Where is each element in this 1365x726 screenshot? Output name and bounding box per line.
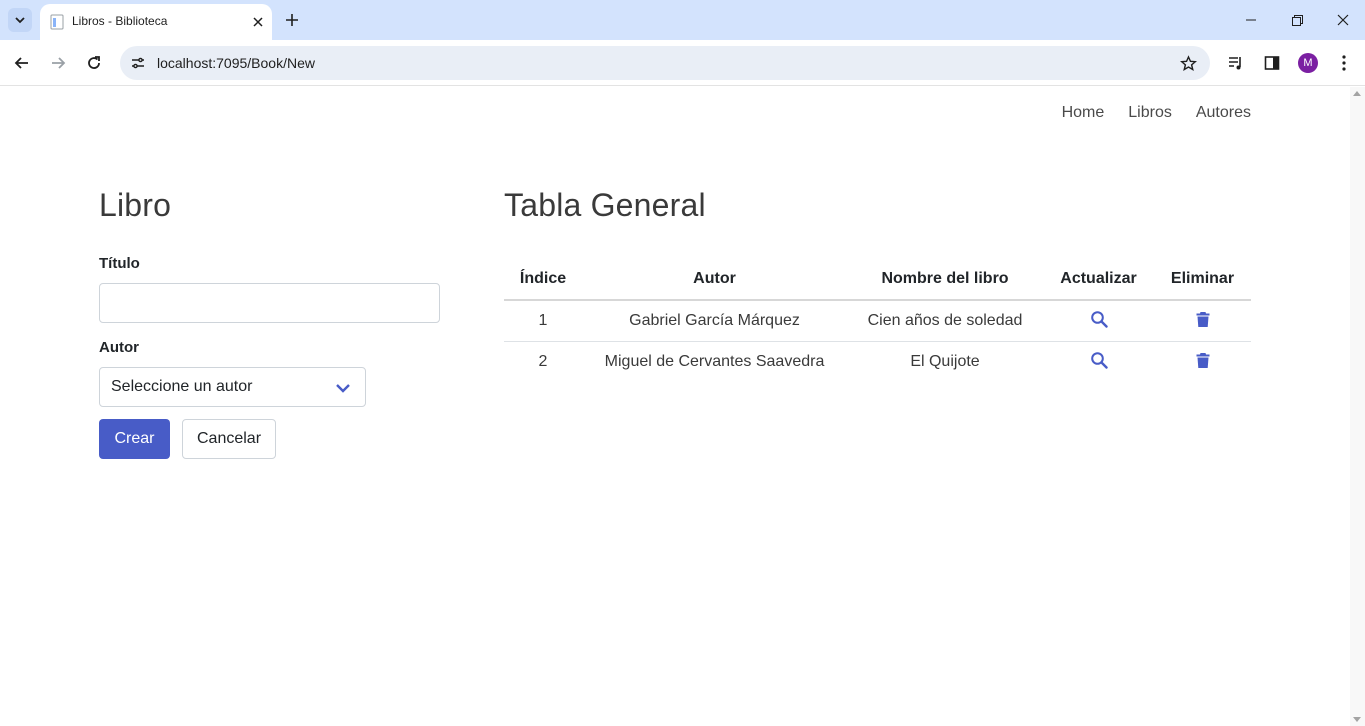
row-update-cell bbox=[1043, 300, 1154, 342]
nav-link-home[interactable]: Home bbox=[1062, 104, 1105, 122]
more-vert-icon bbox=[1342, 55, 1346, 71]
playlist-icon bbox=[1229, 57, 1241, 70]
plus-icon bbox=[286, 14, 298, 26]
row-update-cell bbox=[1043, 341, 1154, 382]
page-viewport: Home Libros Autores Libro Título Autor S… bbox=[0, 87, 1365, 726]
vertical-scrollbar[interactable] bbox=[1350, 87, 1365, 726]
tab-title: Libros - Biblioteca bbox=[72, 14, 168, 28]
author-label: Autor bbox=[99, 339, 139, 356]
top-navigation: Home Libros Autores bbox=[1062, 104, 1251, 122]
site-info-button[interactable] bbox=[128, 53, 148, 73]
reload-button[interactable] bbox=[80, 49, 108, 77]
update-button[interactable] bbox=[1089, 309, 1109, 329]
row-delete-cell bbox=[1154, 341, 1251, 382]
close-window-button[interactable] bbox=[1320, 4, 1365, 36]
table-heading: Tabla General bbox=[504, 187, 706, 223]
address-bar[interactable]: localhost:7095/Book/New bbox=[120, 46, 1210, 80]
minimize-icon bbox=[1246, 19, 1256, 21]
search-icon bbox=[1090, 310, 1108, 328]
create-button[interactable]: Crear bbox=[99, 419, 170, 459]
row-author: Gabriel García Márquez bbox=[582, 300, 847, 342]
restore-button[interactable] bbox=[1274, 4, 1320, 36]
row-book: El Quijote bbox=[910, 352, 980, 370]
chevron-down-icon bbox=[336, 384, 350, 393]
media-control-button[interactable] bbox=[1224, 51, 1248, 75]
column-header-author: Autor bbox=[582, 259, 847, 301]
arrow-right-icon bbox=[52, 57, 66, 69]
column-header-delete: Eliminar bbox=[1154, 259, 1251, 301]
browser-tabstrip: Libros - Biblioteca bbox=[0, 0, 1365, 40]
browser-menu-button[interactable] bbox=[1332, 51, 1356, 75]
author-select-value: Seleccione un autor bbox=[111, 378, 253, 395]
row-book: Cien años de soledad bbox=[847, 300, 1043, 342]
back-button[interactable] bbox=[8, 49, 36, 77]
trash-icon bbox=[1196, 352, 1209, 368]
side-panel-icon bbox=[1264, 56, 1280, 70]
tab-search-button[interactable] bbox=[8, 8, 32, 32]
url-text[interactable]: localhost:7095/Book/New bbox=[157, 55, 315, 71]
new-tab-button[interactable] bbox=[280, 8, 304, 32]
title-input[interactable] bbox=[99, 283, 440, 323]
reload-icon bbox=[88, 56, 100, 69]
profile-avatar[interactable]: M bbox=[1298, 53, 1318, 73]
search-icon bbox=[1090, 351, 1108, 369]
form-heading: Libro bbox=[99, 187, 172, 223]
tune-icon bbox=[132, 57, 144, 69]
chevron-down-icon bbox=[15, 17, 25, 24]
arrow-left-icon bbox=[14, 57, 28, 69]
row-delete-cell bbox=[1154, 300, 1251, 342]
column-header-book: Nombre del libro bbox=[847, 259, 1043, 301]
table-row: 2 Miguel de Cervantes Saavedra El Quijot… bbox=[504, 341, 1251, 382]
row-index: 1 bbox=[504, 300, 582, 342]
nav-link-libros[interactable]: Libros bbox=[1128, 104, 1172, 122]
page-favicon-icon bbox=[50, 14, 64, 30]
author-select[interactable]: Seleccione un autor bbox=[99, 367, 366, 407]
side-panel-button[interactable] bbox=[1260, 51, 1284, 75]
nav-link-autores[interactable]: Autores bbox=[1196, 104, 1251, 122]
column-header-update: Actualizar bbox=[1043, 259, 1154, 301]
active-tab[interactable]: Libros - Biblioteca bbox=[40, 4, 272, 40]
delete-button[interactable] bbox=[1193, 309, 1213, 329]
row-index: 2 bbox=[538, 352, 548, 370]
trash-icon bbox=[1196, 311, 1209, 327]
row-author: Miguel de Cervantes Saavedra bbox=[604, 352, 825, 370]
books-table-section: Tabla General Índice Autor Nombre del li… bbox=[504, 187, 1251, 370]
close-icon bbox=[1337, 14, 1349, 26]
browser-toolbar: localhost:7095/Book/New M bbox=[0, 40, 1365, 86]
table-row: 1 Gabriel García Márquez Cien años de so… bbox=[504, 300, 1251, 342]
delete-button[interactable] bbox=[1193, 350, 1213, 370]
table-header-row: Índice Autor Nombre del libro Actualizar… bbox=[504, 259, 1251, 301]
scroll-up-arrow-icon[interactable] bbox=[1353, 91, 1361, 96]
bookmark-button[interactable] bbox=[1178, 53, 1198, 73]
book-form: Libro Título Autor Seleccione un autor C… bbox=[99, 187, 440, 459]
column-header-index: Índice bbox=[504, 259, 582, 301]
close-icon bbox=[253, 17, 263, 27]
star-icon bbox=[1179, 54, 1197, 71]
forward-button[interactable] bbox=[44, 49, 72, 77]
title-label: Título bbox=[99, 255, 140, 272]
restore-icon bbox=[1291, 14, 1303, 26]
books-table: Índice Autor Nombre del libro Actualizar… bbox=[504, 259, 1251, 382]
minimize-button[interactable] bbox=[1228, 4, 1274, 36]
cancel-button[interactable]: Cancelar bbox=[182, 419, 276, 459]
scroll-down-arrow-icon[interactable] bbox=[1353, 717, 1361, 722]
update-button[interactable] bbox=[1089, 350, 1109, 370]
tab-close-button[interactable] bbox=[248, 12, 268, 32]
